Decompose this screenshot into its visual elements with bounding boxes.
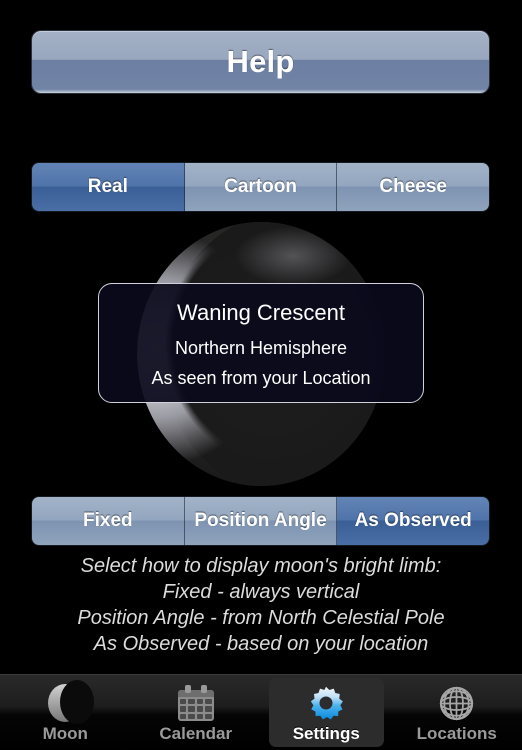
segment-cheese[interactable]: Cheese xyxy=(337,163,489,211)
segment-cartoon-label: Cartoon xyxy=(224,176,297,197)
description-line-4: As Observed - based on your location xyxy=(93,633,429,655)
tab-locations-label: Locations xyxy=(416,724,497,743)
moon-highlight xyxy=(236,227,351,286)
gear-icon xyxy=(307,683,345,723)
segment-position-angle-label: Position Angle xyxy=(194,510,327,531)
description-line-2: Fixed - always vertical xyxy=(162,581,360,603)
appearance-segmented-control[interactable]: Real Cartoon Cheese xyxy=(32,163,489,211)
tab-locations[interactable]: Locations xyxy=(392,675,522,750)
segment-as-observed[interactable]: As Observed xyxy=(337,497,489,545)
globe-icon xyxy=(438,683,475,723)
moon-hemisphere-label: Northern Hemisphere xyxy=(174,337,348,358)
segment-fixed[interactable]: Fixed xyxy=(32,497,185,545)
crescent-moon-icon xyxy=(48,680,95,724)
tab-calendar-label: Calendar xyxy=(159,724,233,743)
segment-cartoon[interactable]: Cartoon xyxy=(184,163,338,211)
tab-moon-label: Moon xyxy=(42,724,88,743)
tab-settings-label: Settings xyxy=(292,724,360,743)
tab-settings[interactable]: Settings xyxy=(261,675,392,750)
segment-real-label: Real xyxy=(87,176,128,197)
app-root: Help Real Cartoon Cheese Waning Crescent… xyxy=(0,0,522,750)
limb-segmented-control[interactable]: Fixed Position Angle As Observed xyxy=(32,497,489,545)
limb-description: Select how to display moon's bright limb… xyxy=(0,553,522,657)
segment-position-angle[interactable]: Position Angle xyxy=(184,497,338,545)
help-button-label: Help xyxy=(226,44,295,79)
tab-moon[interactable]: Moon xyxy=(0,675,131,750)
description-line-3: Position Angle - from North Celestial Po… xyxy=(77,607,445,629)
moon-info-box: Waning Crescent Northern Hemisphere As s… xyxy=(98,283,424,403)
tab-bar: Moon Calendar Settings Locations xyxy=(0,674,522,750)
tab-calendar[interactable]: Calendar xyxy=(131,675,262,750)
moon-phase-title: Waning Crescent xyxy=(177,299,345,325)
segment-as-observed-label: As Observed xyxy=(354,510,472,531)
moon-viewpoint-label: As seen from your Location xyxy=(151,367,371,388)
calendar-icon xyxy=(177,683,214,723)
segment-real[interactable]: Real xyxy=(32,163,185,211)
help-button[interactable]: Help xyxy=(32,31,489,93)
segment-cheese-label: Cheese xyxy=(379,176,447,197)
description-line-1: Select how to display moon's bright limb… xyxy=(80,555,442,577)
segment-fixed-label: Fixed xyxy=(83,510,133,531)
